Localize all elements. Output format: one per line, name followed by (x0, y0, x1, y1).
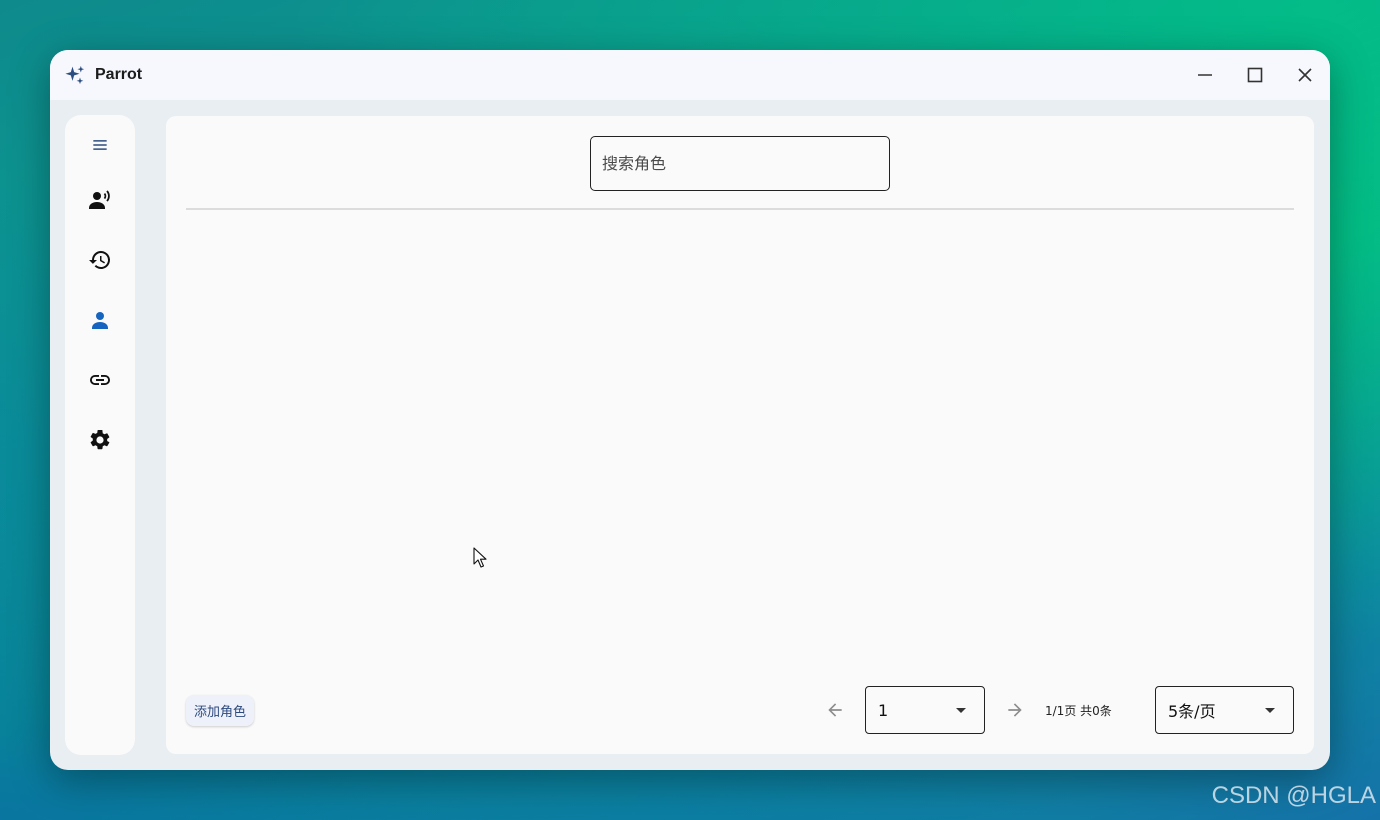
maximize-icon (1247, 67, 1263, 83)
page-select[interactable]: 1 (865, 686, 985, 734)
arrow-left-icon (828, 703, 842, 717)
arrow-right-icon (1008, 703, 1022, 717)
history-icon (89, 251, 110, 269)
page-select-value: 1 (878, 700, 889, 720)
search-input[interactable] (591, 137, 889, 190)
window-title: Parrot (95, 66, 143, 83)
mouse-cursor-icon (473, 547, 487, 568)
voice-person-icon (89, 190, 110, 209)
sidebar-item-voice[interactable] (65, 180, 135, 220)
main-content: 添加角色 1 1/1页 共0条 5条/页 (166, 116, 1314, 754)
minimize-icon (1198, 74, 1212, 76)
sidebar-item-roles[interactable] (65, 300, 135, 340)
sidebar-item-links[interactable] (65, 360, 135, 400)
minimize-button[interactable] (1180, 50, 1230, 100)
link-icon (90, 375, 110, 385)
gear-icon (90, 429, 110, 450)
sidebar-item-settings[interactable] (65, 420, 135, 460)
page-info: 1/1页 共0条 (1045, 704, 1112, 718)
person-icon (92, 312, 108, 329)
title-bar[interactable]: Parrot (50, 50, 1330, 100)
search-field[interactable] (590, 136, 890, 191)
prev-page-button[interactable] (820, 695, 850, 725)
sidebar-item-history[interactable] (65, 240, 135, 280)
next-page-button[interactable] (1000, 695, 1030, 725)
page-size-value: 5条/页 (1168, 702, 1216, 721)
window-controls (1180, 50, 1330, 100)
maximize-button[interactable] (1230, 50, 1280, 100)
close-button[interactable] (1280, 50, 1330, 100)
app-window: Parrot 搜索角色 添加角色 1 1/1页 共0条 5条/页 (50, 50, 1330, 770)
add-role-button[interactable]: 添加角色 (186, 695, 255, 726)
caret-down-icon (1265, 708, 1275, 713)
watermark: CSDN @HGLA (1211, 782, 1376, 809)
sidebar (65, 115, 135, 755)
sidebar-item-menu[interactable] (65, 125, 135, 165)
close-icon (1298, 68, 1312, 82)
divider (186, 208, 1294, 210)
page-size-select[interactable]: 5条/页 (1155, 686, 1294, 734)
menu-icon (93, 140, 107, 150)
caret-down-icon (956, 708, 966, 713)
sparkle-icon (65, 65, 85, 85)
